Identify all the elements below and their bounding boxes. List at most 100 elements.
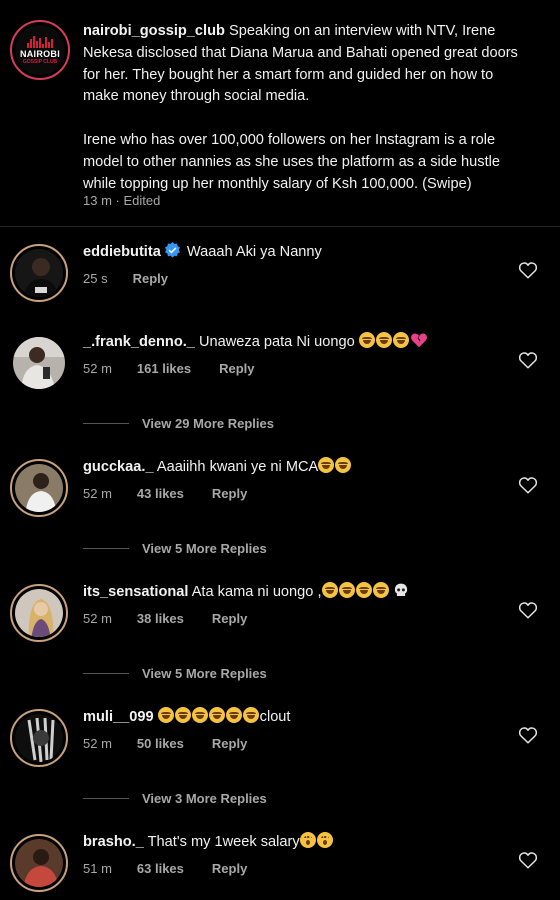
- replies-line: [83, 423, 129, 424]
- comment-likes[interactable]: 38 likes: [137, 611, 184, 626]
- logo-subtitle: GOSSIP CLUB: [22, 58, 58, 65]
- person-photo-icon: [15, 589, 63, 637]
- view-more-replies[interactable]: View 29 More Replies: [83, 416, 274, 431]
- view-more-replies[interactable]: View 3 More Replies: [83, 791, 267, 806]
- comment-meta: 25 s Reply: [83, 271, 196, 286]
- comment-body: clout: [259, 709, 291, 725]
- comment-likes[interactable]: 63 likes: [137, 861, 184, 876]
- comment-muli-099: muli__099 clout 52 m 50 likes Reply: [0, 706, 560, 776]
- caption-divider: [0, 226, 560, 227]
- comment-username[interactable]: muli__099: [83, 709, 154, 725]
- view-more-replies[interactable]: View 5 More Replies: [83, 541, 267, 556]
- heart-outline-icon[interactable]: [518, 351, 538, 369]
- avatar[interactable]: [10, 459, 68, 517]
- avatar-image: [13, 337, 65, 389]
- avatar-image: [15, 249, 63, 297]
- reply-button[interactable]: Reply: [212, 611, 247, 626]
- heart-outline-icon[interactable]: [518, 726, 538, 744]
- comment-username[interactable]: _.frank_denno._: [83, 334, 195, 350]
- comment-username[interactable]: eddiebutita: [83, 244, 161, 260]
- replies-line: [83, 673, 129, 674]
- comment-username[interactable]: gucckaa._: [83, 459, 154, 475]
- avatar[interactable]: [13, 337, 65, 389]
- laughing-emoji-icon: [358, 332, 375, 348]
- comment-frank-denno: _.frank_denno._ Unaweza pata Ni uongo 52…: [0, 331, 560, 401]
- comment-text: muli__099 clout: [83, 707, 290, 727]
- laughing-emoji-icon: [208, 707, 225, 723]
- caption-username[interactable]: nairobi_gossip_club: [83, 23, 225, 39]
- heart-outline-icon[interactable]: [518, 261, 538, 279]
- logo-equalizer-bars: [27, 35, 53, 48]
- heart-outline-icon[interactable]: [518, 601, 538, 619]
- comment-brasho: brasho._ That's my 1week salary 51 m 63 …: [0, 831, 560, 900]
- comment-its-sensational: its_sensational Ata kama ni uongo , 52 m…: [0, 581, 560, 651]
- laughing-emoji-icon: [372, 582, 389, 598]
- comment-likes[interactable]: 43 likes: [137, 486, 184, 501]
- view-more-replies[interactable]: View 5 More Replies: [83, 666, 267, 681]
- caption-meta: 13 m · Edited: [83, 193, 161, 208]
- comment-username[interactable]: brasho._: [83, 834, 144, 850]
- comment-text: gucckaa._ Aaaiihh kwani ye ni MCA: [83, 457, 352, 477]
- laughing-emoji-icon: [355, 582, 372, 598]
- comment-username[interactable]: its_sensational: [83, 584, 188, 600]
- avatar[interactable]: [10, 709, 68, 767]
- reply-button[interactable]: Reply: [212, 861, 247, 876]
- comment-body: Ata kama ni uongo ,: [191, 584, 322, 600]
- broken-heart-icon: [410, 333, 427, 348]
- comment-body: Aaaiihh kwani ye ni MCA: [156, 459, 319, 475]
- comment-meta: 52 m 43 likes Reply: [83, 486, 275, 501]
- avatar[interactable]: [10, 584, 68, 642]
- comment-time: 52 m: [83, 361, 112, 376]
- comment-text: eddiebutita Waaah Aki ya Nanny: [83, 242, 322, 262]
- view-more-replies-label[interactable]: View 3 More Replies: [142, 791, 267, 806]
- laughing-emoji-icon: [242, 707, 259, 723]
- comment-text: brasho._ That's my 1week salary: [83, 832, 334, 852]
- comment-body: Waaah Aki ya Nanny: [186, 244, 322, 260]
- laughing-emoji-icon: [191, 707, 208, 723]
- comment-gucckaa: gucckaa._ Aaaiihh kwani ye ni MCA 52 m 4…: [0, 456, 560, 526]
- comment-time: 52 m: [83, 736, 112, 751]
- person-photo-icon: [15, 839, 63, 887]
- view-more-replies-label[interactable]: View 5 More Replies: [142, 541, 267, 556]
- avatar-image: [15, 589, 63, 637]
- person-silhouette-icon: [15, 249, 63, 297]
- verified-badge-icon: [164, 242, 180, 258]
- view-more-replies-label[interactable]: View 5 More Replies: [142, 666, 267, 681]
- comment-time: 52 m: [83, 611, 112, 626]
- laughing-emoji-icon: [335, 457, 352, 473]
- avatar[interactable]: [10, 244, 68, 302]
- comment-text: its_sensational Ata kama ni uongo ,: [83, 582, 408, 602]
- replies-line: [83, 548, 129, 549]
- comment-meta: 52 m 38 likes Reply: [83, 611, 275, 626]
- comment-meta: 52 m 50 likes Reply: [83, 736, 275, 751]
- comment-body: That's my 1week salary: [147, 834, 300, 850]
- logo-name: NAIROBI: [19, 48, 61, 59]
- skull-icon: [394, 583, 407, 596]
- heart-outline-icon[interactable]: [518, 851, 538, 869]
- nairobi-gossip-club-logo: NAIROBI GOSSIP CLUB: [15, 25, 65, 75]
- comment-likes[interactable]: 161 likes: [137, 361, 191, 376]
- comment-time: 51 m: [83, 861, 112, 876]
- reply-button[interactable]: Reply: [212, 736, 247, 751]
- person-photo-icon: [13, 337, 65, 389]
- comment-likes[interactable]: 50 likes: [137, 736, 184, 751]
- caption-text: nairobi_gossip_club Speaking on an inter…: [83, 21, 523, 195]
- comment-eddiebutita: eddiebutita Waaah Aki ya Nanny 25 s Repl…: [0, 241, 560, 311]
- person-photo-icon: [15, 714, 63, 762]
- comment-body: Unaweza pata Ni uongo: [198, 334, 355, 350]
- reply-button[interactable]: Reply: [212, 486, 247, 501]
- comment-text: _.frank_denno._ Unaweza pata Ni uongo: [83, 332, 428, 352]
- laughing-emoji-icon: [174, 707, 191, 723]
- avatar-image: [15, 464, 63, 512]
- reply-button[interactable]: Reply: [133, 271, 168, 286]
- nairobi-gossip-club-avatar[interactable]: NAIROBI GOSSIP CLUB: [10, 20, 70, 80]
- reply-button[interactable]: Reply: [219, 361, 254, 376]
- laughing-emoji-icon: [225, 707, 242, 723]
- laughing-emoji-icon: [318, 457, 335, 473]
- avatar[interactable]: [10, 834, 68, 892]
- heart-outline-icon[interactable]: [518, 476, 538, 494]
- laughing-emoji-icon: [321, 582, 338, 598]
- view-more-replies-label[interactable]: View 29 More Replies: [142, 416, 274, 431]
- astonished-emoji-icon: [316, 832, 333, 848]
- comment-meta: 52 m 161 likes Reply: [83, 361, 283, 376]
